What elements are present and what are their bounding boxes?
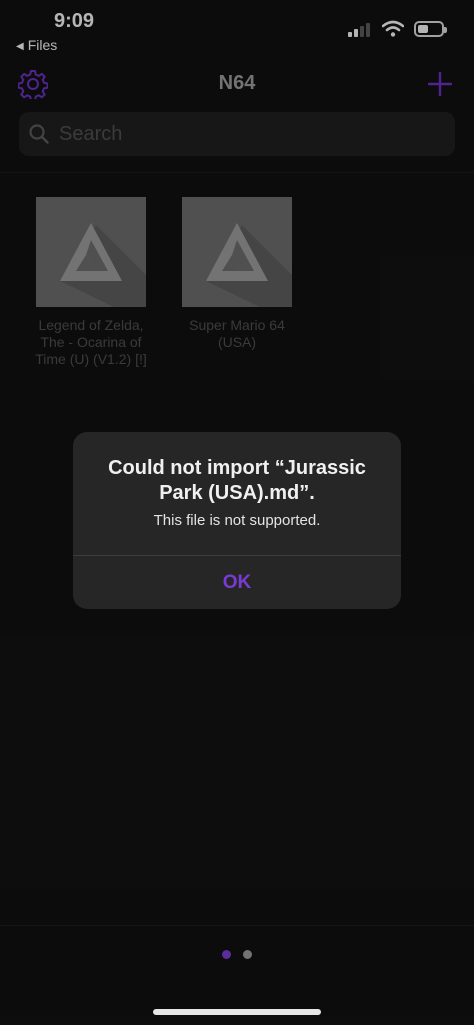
- alert-title: Could not import “Jurassic Park (USA).md…: [108, 457, 366, 504]
- ok-button[interactable]: OK: [73, 556, 401, 609]
- home-indicator[interactable]: [153, 1009, 321, 1015]
- import-error-alert: Could not import “Jurassic Park (USA).md…: [73, 432, 401, 609]
- app-screen: 9:09 ◀ Files N64 Search Legend of Zelda,…: [0, 0, 474, 1025]
- alert-message: This file is not supported.: [153, 512, 321, 529]
